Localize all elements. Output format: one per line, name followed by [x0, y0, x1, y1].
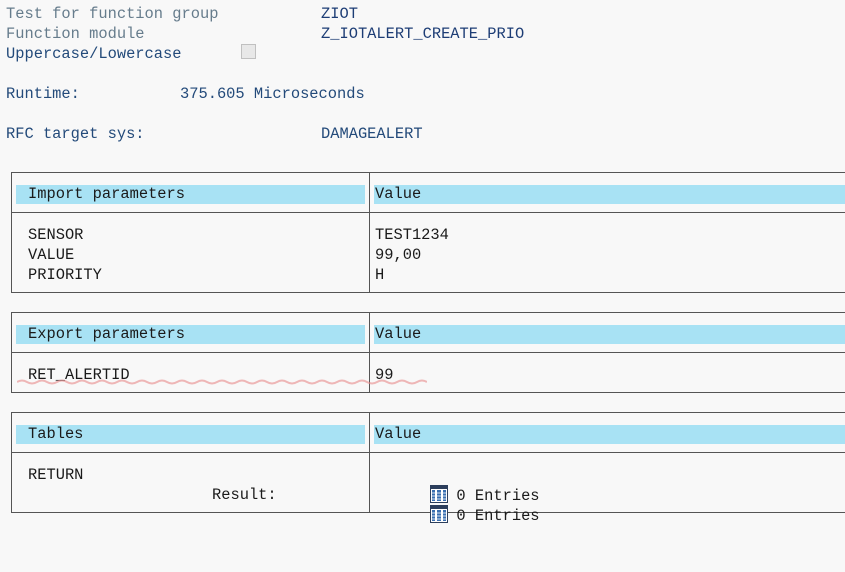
header-divider — [12, 452, 845, 453]
result-label: Result: — [212, 486, 277, 504]
table-name-return: RETURN — [28, 466, 84, 484]
param-name-priority: PRIORITY — [28, 266, 102, 284]
import-parameters-header: Import parameters — [16, 185, 365, 204]
param-value-sensor: TEST1234 — [375, 226, 449, 244]
function-group-value: ZIOT — [321, 5, 358, 23]
function-module-label: Function module — [6, 25, 145, 43]
header-divider — [12, 212, 845, 213]
uppercase-lowercase-label: Uppercase/Lowercase — [6, 45, 182, 63]
import-value-header: Value — [374, 185, 845, 204]
rfc-target-value: DAMAGEALERT — [321, 125, 423, 143]
column-divider — [369, 413, 370, 512]
return-result-entries[interactable]: 0 Entries — [375, 485, 540, 546]
param-value-value: 99,00 — [375, 246, 422, 264]
highlight-squiggle — [17, 379, 427, 385]
function-test-result-screen: Test for function group ZIOT Function mo… — [0, 0, 845, 572]
function-module-value: Z_IOTALERT_CREATE_PRIO — [321, 25, 525, 43]
runtime-value: 375.605 Microseconds — [180, 85, 365, 103]
tables-value-header: Value — [374, 425, 845, 444]
rfc-target-label: RFC target sys: — [6, 125, 145, 143]
export-parameters-header: Export parameters — [16, 325, 365, 344]
tables-table: Tables Value RETURN Result: 0 Entries 0 … — [11, 412, 845, 525]
import-parameters-table: Import parameters Value SENSOR TEST1234 … — [11, 172, 845, 293]
tables-header: Tables — [16, 425, 365, 444]
export-value-header: Value — [374, 325, 845, 344]
test-function-group-label: Test for function group — [6, 5, 219, 23]
runtime-label: Runtime: — [6, 85, 80, 103]
result-entries-text: 0 Entries — [456, 507, 540, 525]
column-divider — [369, 173, 370, 292]
param-name-sensor: SENSOR — [28, 226, 84, 244]
param-name-value: VALUE — [28, 246, 75, 264]
uppercase-lowercase-checkbox[interactable] — [241, 44, 256, 59]
param-value-priority: H — [375, 266, 385, 284]
table-icon[interactable] — [430, 505, 449, 523]
header-divider — [12, 352, 845, 353]
